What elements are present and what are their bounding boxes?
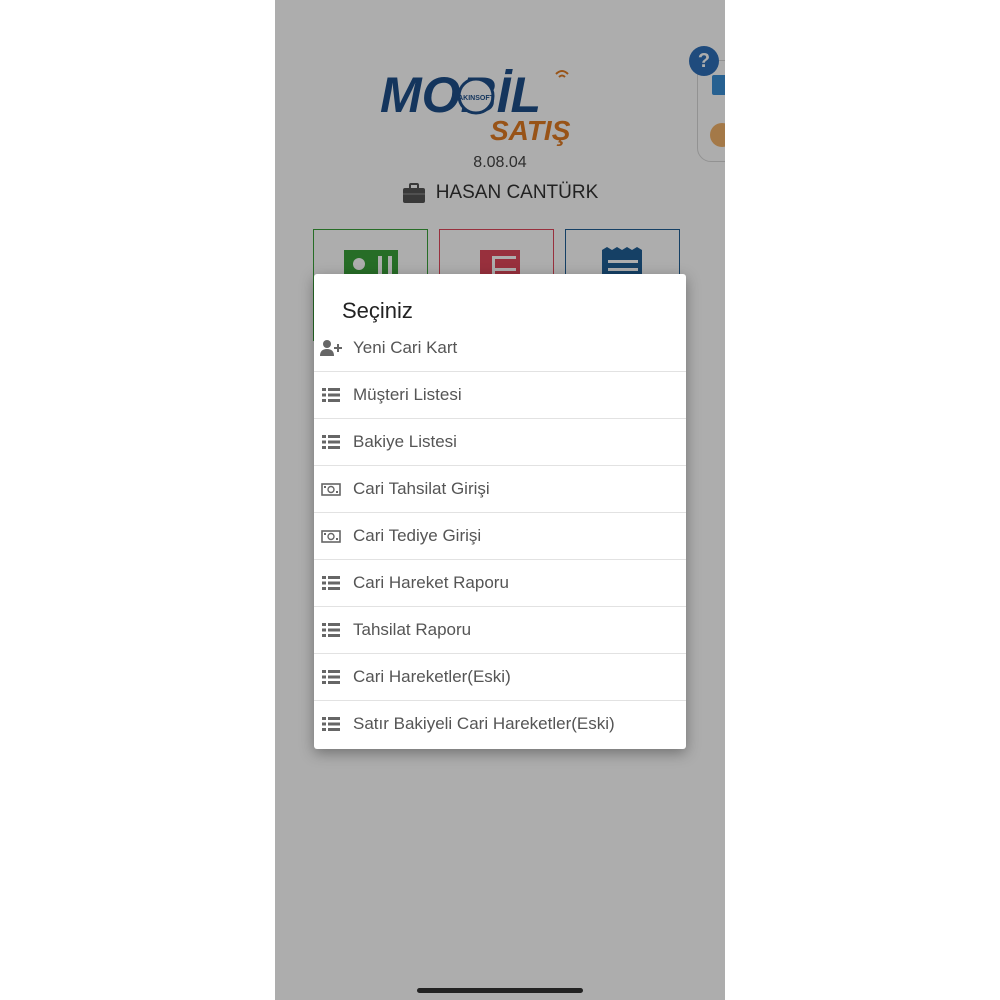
menu-item-label: Cari Tahsilat Girişi [353, 479, 490, 498]
menu-item-cari-tahsilat-girisi[interactable]: Cari Tahsilat Girişi [314, 466, 686, 513]
menu-item-label: Cari Hareketler(Eski) [353, 667, 511, 686]
list-icon [319, 573, 343, 593]
menu-item-label: Müşteri Listesi [353, 385, 462, 404]
home-indicator[interactable] [417, 988, 583, 993]
dialog-title: Seçiniz [342, 298, 413, 323]
menu-list: Yeni Cari Kart Müşteri Listesi Bakiye Li… [314, 325, 686, 747]
money-icon [319, 479, 343, 499]
menu-item-yeni-cari-kart[interactable]: Yeni Cari Kart [314, 325, 686, 372]
list-icon [319, 667, 343, 687]
menu-item-tahsilat-raporu[interactable]: Tahsilat Raporu [314, 607, 686, 654]
menu-item-label: Cari Hareket Raporu [353, 573, 509, 592]
menu-item-cari-hareket-raporu[interactable]: Cari Hareket Raporu [314, 560, 686, 607]
phone-screen: MOBİL AKINSOFT SATIŞ 8.08.04 HASAN CANTÜ… [275, 0, 725, 1000]
money-icon [319, 526, 343, 546]
selection-dialog: Seçiniz Yeni Cari Kart Müşteri Listesi B… [314, 274, 686, 749]
menu-item-label: Bakiye Listesi [353, 432, 457, 451]
add-user-icon [319, 338, 343, 358]
menu-item-cari-hareketler-eski[interactable]: Cari Hareketler(Eski) [314, 654, 686, 701]
menu-item-cari-tediye-girisi[interactable]: Cari Tediye Girişi [314, 513, 686, 560]
list-icon [319, 432, 343, 452]
menu-item-bakiye-listesi[interactable]: Bakiye Listesi [314, 419, 686, 466]
menu-item-label: Yeni Cari Kart [353, 338, 458, 357]
list-icon [319, 385, 343, 405]
menu-item-label: Cari Tediye Girişi [353, 526, 482, 545]
menu-item-satir-bakiyeli-cari-hareketler[interactable]: Satır Bakiyeli Cari Hareketler(Eski) [314, 701, 686, 747]
menu-item-label: Satır Bakiyeli Cari Hareketler(Eski) [353, 714, 615, 733]
menu-item-musteri-listesi[interactable]: Müşteri Listesi [314, 372, 686, 419]
list-icon [319, 620, 343, 640]
menu-item-label: Tahsilat Raporu [353, 620, 472, 639]
list-icon [319, 714, 343, 734]
